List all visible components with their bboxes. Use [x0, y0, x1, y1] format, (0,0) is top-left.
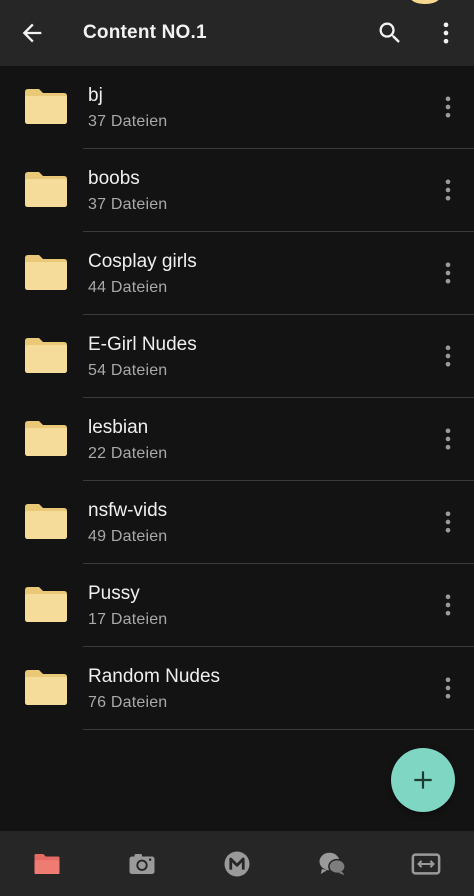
mega-icon[interactable] [222, 849, 252, 879]
camera-icon[interactable] [127, 849, 157, 879]
chat-icon[interactable] [317, 849, 347, 879]
folder-name: nsfw-vids [88, 500, 168, 521]
folder-icon [25, 172, 67, 207]
folder-icon [25, 89, 67, 124]
notification-dot [410, 0, 440, 4]
bottom-navigation [0, 831, 474, 896]
more-vertical-icon[interactable] [434, 425, 462, 453]
folder-icon [25, 255, 67, 290]
folder-file-count: 76 Dateien [88, 694, 168, 711]
folder-name: Cosplay girls [88, 251, 197, 272]
folder-name: Pussy [88, 583, 140, 604]
page-title: Content NO.1 [83, 22, 207, 43]
folder-file-count: 54 Dateien [88, 362, 168, 379]
folder-name: Random Nudes [88, 666, 221, 687]
folder-file-count: 22 Dateien [88, 445, 168, 462]
folder-icon[interactable] [32, 849, 62, 879]
folder-row[interactable]: boobs 37 Dateien [0, 149, 474, 232]
folder-icon [25, 587, 67, 622]
folder-row[interactable]: Pussy 17 Dateien [0, 564, 474, 647]
folder-row[interactable]: nsfw-vids 49 Dateien [0, 481, 474, 564]
folder-name: lesbian [88, 417, 149, 438]
folder-list: bj 37 Dateien boobs 37 Dateien Cosplay g… [0, 66, 474, 730]
top-app-bar: Content NO.1 [0, 0, 474, 66]
folder-file-count: 37 Dateien [88, 113, 168, 130]
plus-icon [414, 771, 432, 789]
folder-file-count: 37 Dateien [88, 196, 168, 213]
more-vertical-icon[interactable] [434, 176, 462, 204]
folder-icon [25, 670, 67, 705]
folder-file-count: 49 Dateien [88, 528, 168, 545]
more-vertical-icon[interactable] [434, 674, 462, 702]
transfer-icon[interactable] [411, 849, 441, 879]
search-icon[interactable] [376, 19, 404, 47]
folder-row[interactable]: lesbian 22 Dateien [0, 398, 474, 481]
arrow-left-icon[interactable] [18, 19, 46, 47]
more-vertical-icon[interactable] [434, 508, 462, 536]
more-vertical-icon[interactable] [434, 591, 462, 619]
folder-icon [25, 504, 67, 539]
more-vertical-icon[interactable] [434, 259, 462, 287]
folder-row[interactable]: E-Girl Nudes 54 Dateien [0, 315, 474, 398]
folder-row[interactable]: bj 37 Dateien [0, 66, 474, 149]
folder-row[interactable]: Random Nudes 76 Dateien [0, 647, 474, 730]
folder-icon [25, 421, 67, 456]
folder-name: bj [88, 85, 103, 106]
add-button[interactable] [391, 748, 455, 812]
folder-row[interactable]: Cosplay girls 44 Dateien [0, 232, 474, 315]
folder-name: E-Girl Nudes [88, 334, 197, 355]
folder-file-count: 44 Dateien [88, 279, 168, 296]
folder-name: boobs [88, 168, 140, 189]
more-vertical-icon[interactable] [434, 93, 462, 121]
folder-icon [25, 338, 67, 373]
divider [83, 729, 474, 730]
more-vertical-icon[interactable] [432, 19, 460, 47]
more-vertical-icon[interactable] [434, 342, 462, 370]
folder-file-count: 17 Dateien [88, 611, 168, 628]
